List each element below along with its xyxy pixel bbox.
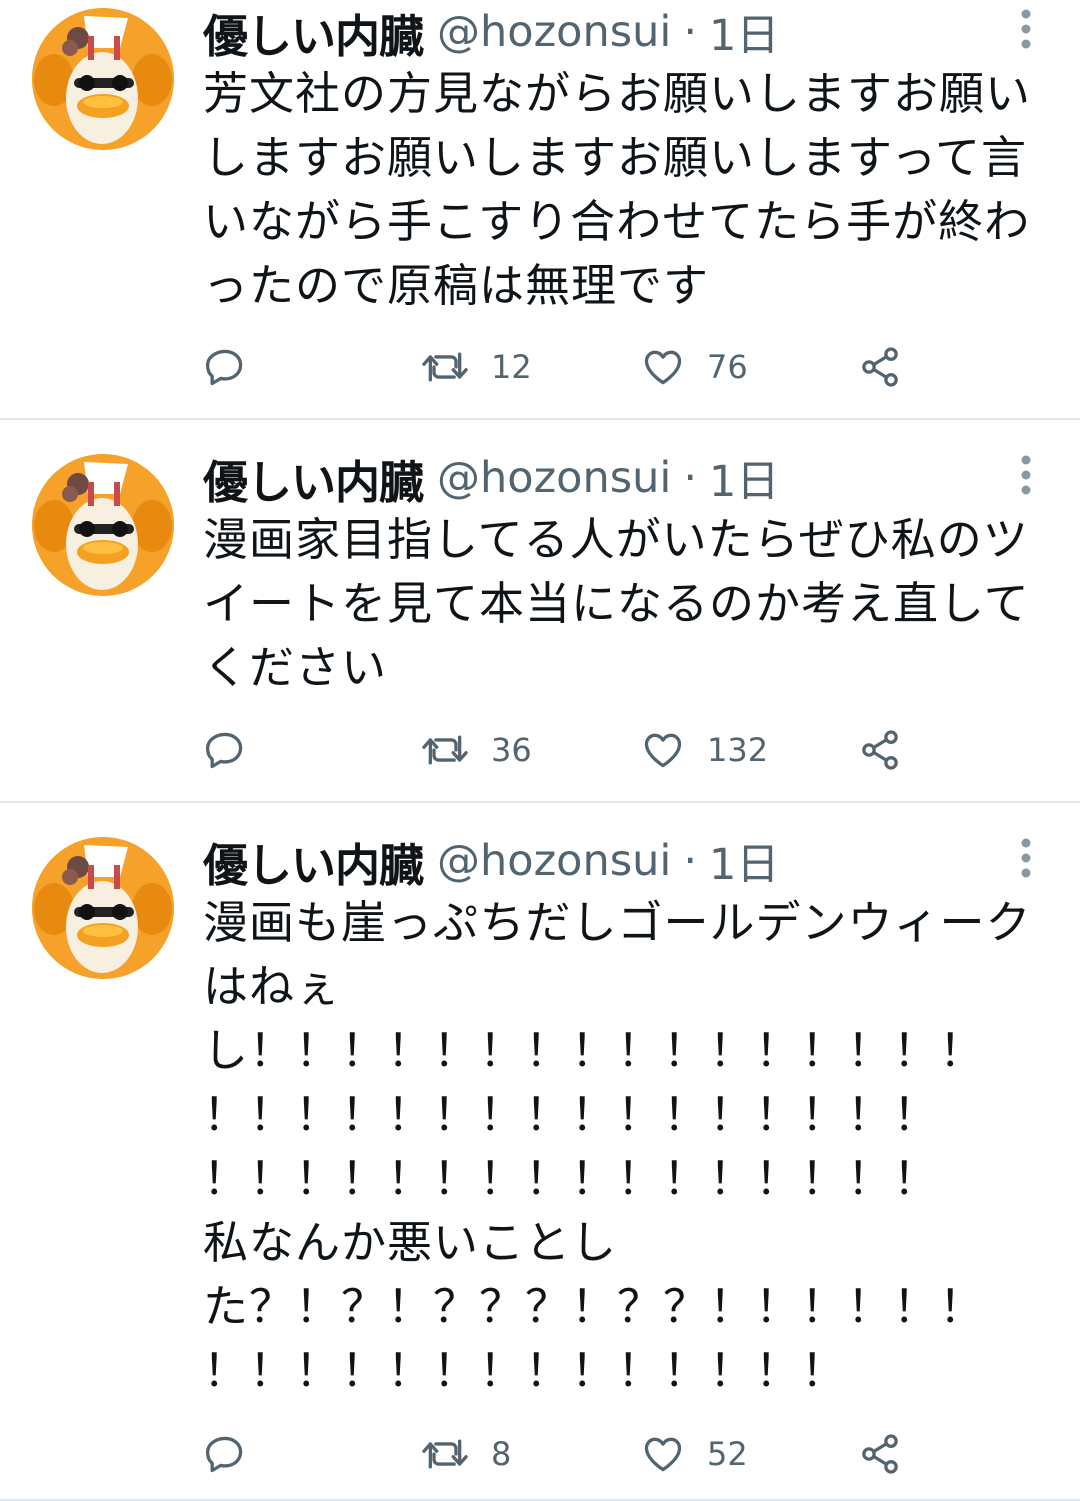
avatar[interactable]	[32, 8, 174, 150]
more-vertical-icon	[1021, 838, 1031, 878]
reply-icon	[205, 1436, 243, 1473]
heart-icon	[644, 733, 682, 768]
more-options-button[interactable]	[1018, 454, 1034, 500]
tweet-actions: 8 52	[203, 1429, 923, 1479]
author-name[interactable]: 優しい内臓	[203, 0, 424, 65]
avatar[interactable]	[32, 454, 174, 596]
tweet-text: 漫画家目指してる人がいたらぜひ私のツイートを見て本当になるのか考え直してください	[203, 513, 1030, 694]
retweet-button[interactable]: 12	[421, 342, 532, 392]
tweet-text: 漫画も崖っぷちだしゴールデンウィークはねぇ し！！！！！！！！！！！！！！！！ …	[203, 896, 1032, 1397]
retweet-icon	[422, 735, 468, 765]
author-name[interactable]: 優しい内臓	[203, 446, 424, 511]
reply-icon	[205, 732, 243, 769]
timestamp[interactable]: 1日	[709, 1, 779, 63]
more-options-button[interactable]	[1018, 8, 1034, 54]
share-button[interactable]	[858, 725, 902, 775]
share-icon	[862, 730, 898, 770]
share-button[interactable]	[858, 1429, 902, 1479]
author-handle[interactable]: @hozonsui	[437, 453, 671, 503]
reply-icon	[205, 349, 243, 386]
retweet-button[interactable]: 8	[421, 1429, 511, 1479]
author-handle[interactable]: @hozonsui	[437, 7, 671, 57]
like-count: 76	[707, 348, 748, 386]
tweet[interactable]: 優しい内臓 @hozonsui · 1日 漫画も崖っぷちだしゴールデンウィークは…	[0, 803, 1080, 1501]
author-handle[interactable]: @hozonsui	[437, 836, 671, 886]
retweet-count: 8	[491, 1435, 512, 1473]
retweet-button[interactable]: 36	[421, 725, 532, 775]
share-icon	[862, 347, 898, 387]
reply-button[interactable]	[203, 342, 247, 392]
more-vertical-icon	[1021, 9, 1031, 49]
like-button[interactable]: 76	[641, 342, 748, 392]
reply-button[interactable]	[203, 1429, 247, 1479]
separator: ·	[683, 836, 697, 886]
heart-icon	[644, 1437, 682, 1472]
heart-icon	[644, 350, 682, 385]
more-options-button[interactable]	[1018, 837, 1034, 883]
tweet-actions: 12 76	[203, 342, 923, 392]
avatar-image	[32, 837, 174, 979]
avatar-image	[32, 454, 174, 596]
avatar-image	[32, 8, 174, 150]
retweet-icon	[422, 352, 468, 382]
separator: ·	[683, 7, 697, 57]
retweet-count: 36	[491, 731, 532, 769]
like-count: 132	[707, 731, 769, 769]
retweet-icon	[422, 1439, 468, 1469]
reply-button[interactable]	[203, 725, 247, 775]
tweet-text: 芳文社の方見ながらお願いしますお願いしますお願いしますお願いしますって言いながら…	[203, 67, 1032, 312]
like-button[interactable]: 52	[641, 1429, 748, 1479]
tweet-actions: 36 132	[203, 725, 923, 775]
more-vertical-icon	[1021, 455, 1031, 495]
avatar[interactable]	[32, 837, 174, 979]
separator: ·	[683, 453, 697, 503]
timestamp[interactable]: 1日	[709, 830, 779, 892]
tweet[interactable]: 優しい内臓 @hozonsui · 1日 芳文社の方見ながらお願いしますお願いし…	[0, 0, 1080, 420]
share-button[interactable]	[858, 342, 902, 392]
timestamp[interactable]: 1日	[709, 447, 779, 509]
author-name[interactable]: 優しい内臓	[203, 829, 424, 894]
like-count: 52	[707, 1435, 748, 1473]
like-button[interactable]: 132	[641, 725, 768, 775]
retweet-count: 12	[491, 348, 532, 386]
tweet[interactable]: 優しい内臓 @hozonsui · 1日 漫画家目指してる人がいたらぜひ私のツイ…	[0, 420, 1080, 803]
share-icon	[862, 1434, 898, 1474]
